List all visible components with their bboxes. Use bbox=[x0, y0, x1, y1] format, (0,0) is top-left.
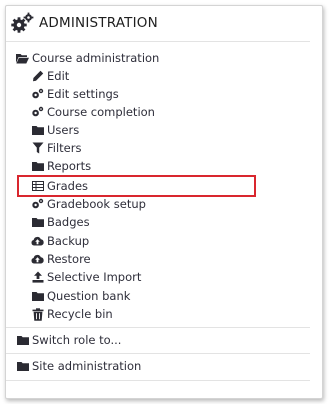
menu-item-label: Edit settings bbox=[47, 87, 119, 101]
switch-role-node[interactable]: Switch role to... bbox=[16, 331, 121, 349]
menu-item-label: Badges bbox=[47, 215, 90, 229]
menu-item-label: Selective Import bbox=[47, 270, 142, 284]
filter-icon bbox=[31, 142, 44, 155]
folder-open-icon bbox=[16, 52, 29, 65]
folder-icon bbox=[31, 290, 44, 303]
menu-item-filters[interactable]: Filters bbox=[31, 139, 81, 157]
course-administration-node[interactable]: Course administration bbox=[16, 49, 159, 67]
cogs-icon bbox=[31, 198, 44, 211]
menu-item-reports[interactable]: Reports bbox=[31, 157, 91, 175]
menu-item-badges[interactable]: Badges bbox=[31, 213, 90, 231]
grades-highlight-box bbox=[17, 175, 256, 197]
switch-role-label: Switch role to... bbox=[32, 333, 122, 347]
menu-item-label: Question bank bbox=[47, 289, 131, 303]
menu-item-label: Gradebook setup bbox=[47, 197, 146, 211]
folder-icon bbox=[31, 124, 44, 137]
menu-item-label: Reports bbox=[47, 159, 92, 173]
menu-item-question-bank[interactable]: Question bank bbox=[31, 287, 130, 305]
menu-item-gradebook-setup[interactable]: Gradebook setup bbox=[31, 195, 146, 213]
menu-item-label: Users bbox=[47, 123, 80, 137]
cogs-icon bbox=[31, 106, 44, 119]
menu-item-label: Course completion bbox=[47, 105, 155, 119]
menu-item-label: Edit bbox=[47, 69, 70, 83]
menu-item-label: Backup bbox=[47, 234, 90, 248]
menu-item-label: Restore bbox=[47, 252, 91, 266]
section-divider bbox=[6, 380, 310, 381]
upload-icon bbox=[31, 271, 44, 284]
folder-icon bbox=[31, 160, 44, 173]
pencil-icon bbox=[31, 70, 44, 83]
menu-item-label: Recycle bin bbox=[47, 307, 113, 321]
course-administration-label: Course administration bbox=[32, 51, 160, 65]
folder-icon bbox=[16, 334, 29, 347]
menu-item-recycle-bin[interactable]: Recycle bin bbox=[31, 305, 113, 323]
menu-item-restore[interactable]: Restore bbox=[31, 250, 91, 268]
menu-item-selective-import[interactable]: Selective Import bbox=[31, 268, 141, 286]
cogs-icon bbox=[31, 88, 44, 101]
cloud-upload-icon bbox=[31, 235, 44, 248]
menu-item-backup[interactable]: Backup bbox=[31, 232, 89, 250]
section-divider bbox=[6, 353, 310, 354]
menu-item-label: Filters bbox=[47, 141, 82, 155]
menu-item-edit[interactable]: Edit bbox=[31, 67, 69, 85]
site-administration-node[interactable]: Site administration bbox=[16, 357, 141, 375]
section-divider bbox=[6, 327, 310, 328]
trash-icon bbox=[31, 307, 44, 321]
block-title: ADMINISTRATION bbox=[39, 15, 158, 31]
folder-icon bbox=[31, 216, 44, 229]
site-administration-label: Site administration bbox=[32, 359, 142, 373]
header-divider bbox=[6, 41, 310, 42]
block-header: ADMINISTRATION bbox=[10, 11, 158, 35]
cloud-upload-icon bbox=[31, 253, 44, 266]
menu-item-course-completion[interactable]: Course completion bbox=[31, 103, 155, 121]
menu-item-edit-settings[interactable]: Edit settings bbox=[31, 85, 119, 103]
cogs-icon bbox=[10, 12, 34, 34]
folder-icon bbox=[16, 360, 29, 373]
menu-item-users[interactable]: Users bbox=[31, 121, 79, 139]
